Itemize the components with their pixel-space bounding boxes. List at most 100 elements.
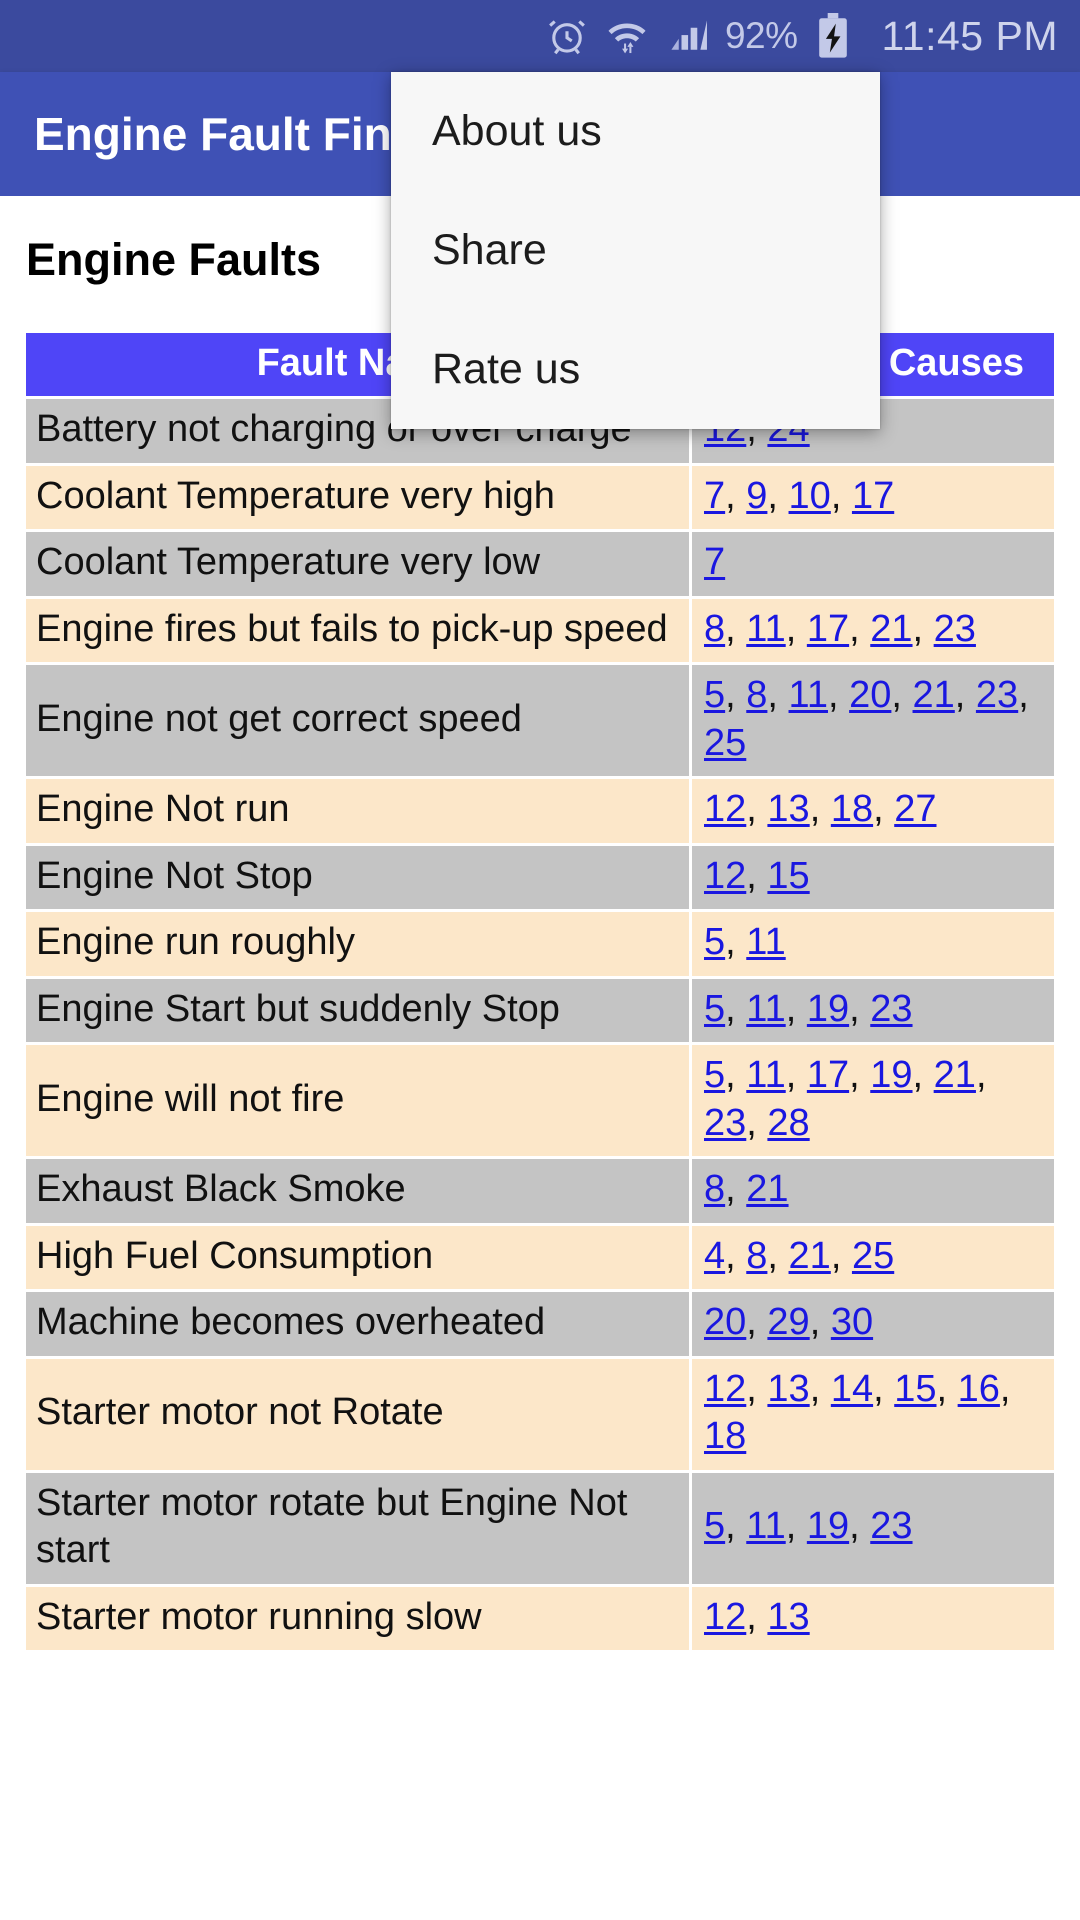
fault-code-link[interactable]: 17: [807, 608, 849, 650]
code-separator: ,: [873, 1367, 895, 1410]
fault-codes-cell: 20, 29, 30: [692, 1292, 1054, 1356]
fault-code-link[interactable]: 16: [958, 1368, 1000, 1410]
code-separator: ,: [725, 1505, 747, 1548]
fault-code-link[interactable]: 5: [704, 674, 725, 716]
fault-code-link[interactable]: 21: [746, 1168, 788, 1210]
code-separator: ,: [975, 1054, 987, 1096]
fault-code-link[interactable]: 21: [934, 1054, 976, 1096]
fault-code-link[interactable]: 21: [913, 674, 955, 716]
overflow-menu[interactable]: About us Share Rate us: [391, 72, 880, 429]
code-separator: ,: [746, 1595, 768, 1638]
fault-code-link[interactable]: 19: [807, 988, 849, 1030]
code-separator: ,: [999, 1367, 1011, 1410]
fault-code-link[interactable]: 23: [704, 1102, 746, 1144]
fault-code-link[interactable]: 28: [767, 1102, 809, 1144]
fault-code-link[interactable]: 12: [704, 1596, 746, 1638]
fault-code-link[interactable]: 13: [767, 788, 809, 830]
fault-code-link[interactable]: 15: [767, 855, 809, 897]
fault-code-link[interactable]: 20: [849, 674, 891, 716]
menu-item-share[interactable]: Share: [391, 191, 880, 310]
fault-code-link[interactable]: 7: [704, 541, 725, 583]
fault-code-link[interactable]: 5: [704, 1054, 725, 1096]
wifi-icon: [605, 14, 649, 58]
fault-code-link[interactable]: 23: [976, 674, 1018, 716]
fault-code-link[interactable]: 11: [746, 1054, 785, 1096]
table-row: Coolant Temperature very low 7: [26, 532, 1054, 596]
code-separator: ,: [746, 1101, 768, 1144]
app-screen: 92% 11:45 PM Engine Fault Finder Engine …: [0, 0, 1080, 1920]
code-separator: ,: [746, 1301, 768, 1343]
fault-name-cell: Coolant Temperature very high: [26, 465, 692, 529]
menu-item-label: Share: [432, 226, 547, 274]
code-separator: ,: [809, 788, 831, 830]
fault-code-link[interactable]: 8: [704, 1168, 725, 1210]
faults-table: Fault Name Possible Causes Battery not c…: [26, 330, 1054, 1653]
table-row: Coolant Temperature very high 7, 9, 10, 1…: [26, 465, 1054, 529]
fault-code-link[interactable]: 17: [852, 475, 894, 517]
menu-item-rate-us[interactable]: Rate us: [391, 310, 880, 429]
alarm-icon: [545, 14, 589, 58]
fault-code-link[interactable]: 11: [746, 1505, 785, 1547]
code-separator: ,: [767, 474, 789, 517]
code-separator: ,: [891, 674, 913, 716]
fault-code-link[interactable]: 11: [746, 921, 785, 963]
code-separator: ,: [912, 607, 934, 650]
fault-name-cell: Engine will not fire: [26, 1045, 692, 1156]
fault-code-link[interactable]: 21: [789, 1235, 831, 1277]
fault-code-link[interactable]: 30: [831, 1301, 873, 1343]
code-separator: ,: [954, 674, 976, 716]
clock-label: 11:45 PM: [881, 12, 1058, 59]
fault-code-link[interactable]: 9: [746, 475, 767, 517]
table-row: Engine Not Stop 12, 15: [26, 845, 1054, 909]
fault-code-link[interactable]: 27: [894, 788, 936, 830]
fault-code-link[interactable]: 8: [746, 1235, 767, 1277]
fault-code-link[interactable]: 12: [704, 1368, 746, 1410]
fault-code-link[interactable]: 10: [789, 475, 831, 517]
fault-code-link[interactable]: 25: [852, 1235, 894, 1277]
fault-code-link[interactable]: 5: [704, 1505, 725, 1547]
fault-name-cell: Engine run roughly: [26, 912, 692, 976]
fault-code-link[interactable]: 20: [704, 1301, 746, 1343]
fault-code-link[interactable]: 11: [746, 608, 785, 650]
fault-code-link[interactable]: 13: [767, 1596, 809, 1638]
fault-code-link[interactable]: 11: [746, 988, 785, 1030]
fault-codes-cell: 12, 13, 14, 15, 16, 18: [692, 1358, 1054, 1470]
code-separator: ,: [785, 607, 807, 650]
fault-code-link[interactable]: 15: [894, 1368, 936, 1410]
code-separator: ,: [725, 1054, 747, 1096]
fault-code-link[interactable]: 17: [807, 1054, 849, 1096]
fault-code-link[interactable]: 13: [767, 1368, 809, 1410]
code-separator: ,: [936, 1367, 958, 1410]
fault-code-link[interactable]: 4: [704, 1235, 725, 1277]
code-separator: ,: [785, 1054, 807, 1096]
fault-code-link[interactable]: 5: [704, 921, 725, 963]
fault-name-cell: Exhaust Black Smoke: [26, 1159, 692, 1223]
fault-code-link[interactable]: 18: [831, 788, 873, 830]
fault-code-link[interactable]: 12: [704, 788, 746, 830]
fault-codes-cell: 12, 15: [692, 845, 1054, 909]
battery-charging-icon: [814, 13, 852, 59]
fault-code-link[interactable]: 29: [767, 1301, 809, 1343]
fault-code-link[interactable]: 23: [934, 608, 976, 650]
fault-code-link[interactable]: 12: [704, 855, 746, 897]
fault-code-link[interactable]: 19: [870, 1054, 912, 1096]
code-separator: ,: [849, 1505, 871, 1548]
menu-item-about-us[interactable]: About us: [391, 72, 880, 191]
fault-code-link[interactable]: 23: [870, 988, 912, 1030]
code-separator: ,: [849, 987, 871, 1030]
fault-code-link[interactable]: 25: [704, 722, 746, 764]
fault-code-link[interactable]: 5: [704, 988, 725, 1030]
fault-code-link[interactable]: 19: [807, 1505, 849, 1547]
fault-code-link[interactable]: 8: [746, 674, 767, 716]
fault-code-link[interactable]: 21: [870, 608, 912, 650]
fault-name-cell: Engine Not run: [26, 779, 692, 843]
fault-code-link[interactable]: 7: [704, 475, 725, 517]
fault-code-link[interactable]: 11: [789, 674, 828, 716]
fault-codes-cell: 8, 21: [692, 1159, 1054, 1223]
main-content: Engine Faults Fault Name Possible Causes…: [0, 196, 1080, 1920]
fault-code-link[interactable]: 23: [870, 1505, 912, 1547]
fault-code-link[interactable]: 18: [704, 1415, 746, 1457]
fault-code-link[interactable]: 8: [704, 608, 725, 650]
fault-code-link[interactable]: 14: [831, 1368, 873, 1410]
fault-name-cell: Engine not get correct speed: [26, 665, 692, 776]
